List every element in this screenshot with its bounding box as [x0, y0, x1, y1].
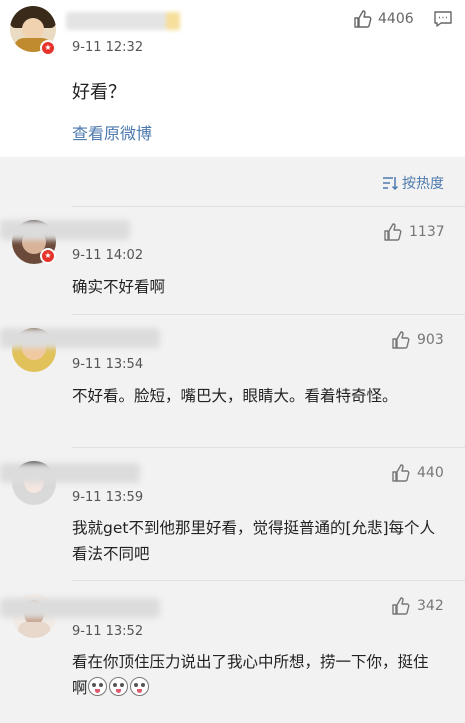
- post-content: 好看？: [72, 82, 126, 103]
- comment-timestamp: 9-11 13:52: [72, 624, 144, 639]
- comment-text: 我就get不到他那里好看，觉得挺普通的[允悲]每个人看法不同吧: [72, 519, 436, 563]
- comment-timestamp: 9-11 13:59: [72, 490, 144, 505]
- laughing-emoji-icon: [87, 677, 107, 696]
- divider: [72, 580, 465, 581]
- sort-label: 按热度: [402, 176, 444, 192]
- post-author-name-obscured[interactable]: [66, 12, 180, 30]
- comment-item: ★ 9-11 14:02 1137 确实不好看啊: [0, 206, 465, 314]
- comment-timestamp: 9-11 13:54: [72, 357, 144, 372]
- comment-item: 9-11 13:52 342 看在你顶住压力说出了我心中所想，捞一下你，挺住啊: [0, 580, 465, 723]
- post-timestamp: 9-11 12:32: [72, 40, 144, 55]
- commenter-name-obscured[interactable]: [0, 463, 140, 483]
- comment-item: 9-11 13:59 440 我就get不到他那里好看，觉得挺普通的[允悲]每个…: [0, 447, 465, 580]
- original-post: ★ 9-11 12:32 4406 好看？ 查看原微博: [0, 0, 465, 157]
- comment-text: 看在你顶住压力说出了我心中所想，捞一下你，挺住啊: [72, 649, 442, 701]
- comment-like-count: 440: [417, 465, 444, 481]
- comment-like-button[interactable]: 342: [391, 596, 444, 616]
- thumbs-up-icon: [392, 597, 410, 615]
- divider: [72, 314, 465, 315]
- comment-like-count: 1137: [409, 224, 445, 240]
- comment-item: 9-11 13:54 903 不好看。脸短，嘴巴大，眼睛大。看着特奇怪。: [0, 314, 465, 447]
- divider: [72, 206, 465, 207]
- thumbs-up-icon: [384, 223, 402, 241]
- comment-like-button[interactable]: 903: [391, 330, 444, 350]
- verified-badge-icon: ★: [40, 40, 56, 56]
- comment-like-button[interactable]: 1137: [383, 222, 445, 242]
- laughing-emoji-icon: [129, 677, 149, 696]
- comment-like-button[interactable]: 440: [391, 463, 444, 483]
- post-comment-button[interactable]: [433, 10, 453, 32]
- post-like-count: 4406: [378, 11, 414, 27]
- comment-like-count: 903: [417, 332, 444, 348]
- verified-badge-icon: ★: [40, 248, 56, 264]
- thumbs-up-icon: [354, 10, 372, 28]
- view-original-weibo-link[interactable]: 查看原微博: [72, 120, 152, 144]
- sort-by-popularity-button[interactable]: 按热度: [382, 173, 444, 193]
- commenter-name-obscured[interactable]: [0, 220, 130, 240]
- laughing-emoji-icon: [108, 677, 128, 696]
- commenter-name-obscured[interactable]: [0, 598, 160, 618]
- sort-icon: [383, 177, 398, 190]
- thumbs-up-icon: [392, 331, 410, 349]
- comment-timestamp: 9-11 14:02: [72, 248, 144, 263]
- post-like-button[interactable]: 4406: [353, 8, 414, 30]
- comment-text: 确实不好看啊: [72, 278, 166, 296]
- divider: [72, 447, 465, 448]
- thumbs-up-icon: [392, 464, 410, 482]
- commenter-name-obscured[interactable]: [0, 328, 160, 348]
- comment-like-count: 342: [417, 598, 444, 614]
- comment-icon: [434, 11, 452, 27]
- comment-text: 不好看。脸短，嘴巴大，眼睛大。看着特奇怪。: [72, 387, 398, 405]
